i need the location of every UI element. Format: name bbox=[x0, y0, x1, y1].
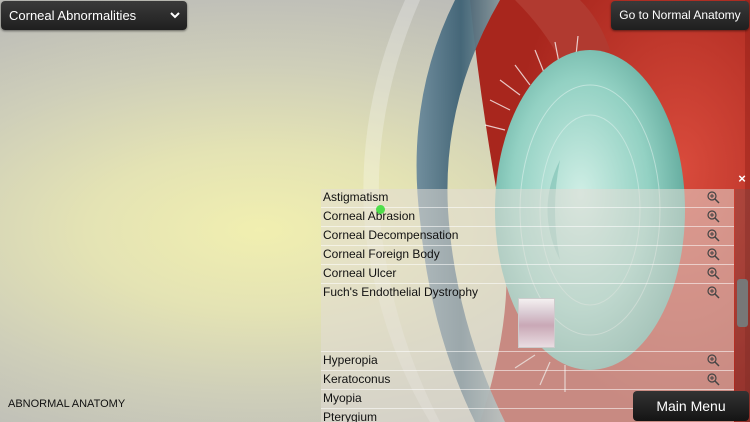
zoom-in-icon[interactable] bbox=[707, 373, 720, 386]
chevron-down-icon bbox=[169, 1, 181, 41]
zoom-in-icon[interactable] bbox=[707, 286, 720, 299]
list-item[interactable]: Corneal Foreign Body bbox=[321, 246, 734, 265]
touch-indicator bbox=[376, 205, 385, 214]
section-label: ABNORMAL ANATOMY bbox=[8, 398, 126, 410]
zoom-in-icon[interactable] bbox=[707, 267, 720, 280]
list-item[interactable]: Corneal Decompensation bbox=[321, 227, 734, 246]
list-item[interactable]: Hyperopia bbox=[321, 352, 734, 371]
go-to-normal-anatomy-button[interactable]: Go to Normal Anatomy bbox=[611, 1, 749, 30]
scrollbar-thumb[interactable] bbox=[737, 279, 748, 327]
abnormality-category-dropdown[interactable]: Corneal Abnormalities bbox=[1, 1, 187, 30]
abnormality-list: Astigmatism Corneal Abrasion Corneal Dec… bbox=[321, 189, 734, 422]
zoom-in-icon[interactable] bbox=[707, 354, 720, 367]
list-scrollbar[interactable] bbox=[735, 189, 750, 422]
zoom-in-icon[interactable] bbox=[707, 229, 720, 242]
zoom-in-icon[interactable] bbox=[707, 248, 720, 261]
zoom-in-icon[interactable] bbox=[707, 210, 720, 223]
zoom-in-icon[interactable] bbox=[707, 191, 720, 204]
list-item[interactable]: Corneal Ulcer bbox=[321, 265, 734, 284]
dropdown-label: Corneal Abnormalities bbox=[9, 8, 137, 23]
tissue-thumbnail[interactable] bbox=[518, 298, 555, 348]
main-menu-button[interactable]: Main Menu bbox=[633, 391, 749, 421]
list-item[interactable]: Keratoconus bbox=[321, 371, 734, 390]
list-item-expanded[interactable]: Fuch's Endothelial Dystrophy bbox=[321, 284, 734, 352]
close-icon[interactable]: × bbox=[734, 171, 750, 187]
